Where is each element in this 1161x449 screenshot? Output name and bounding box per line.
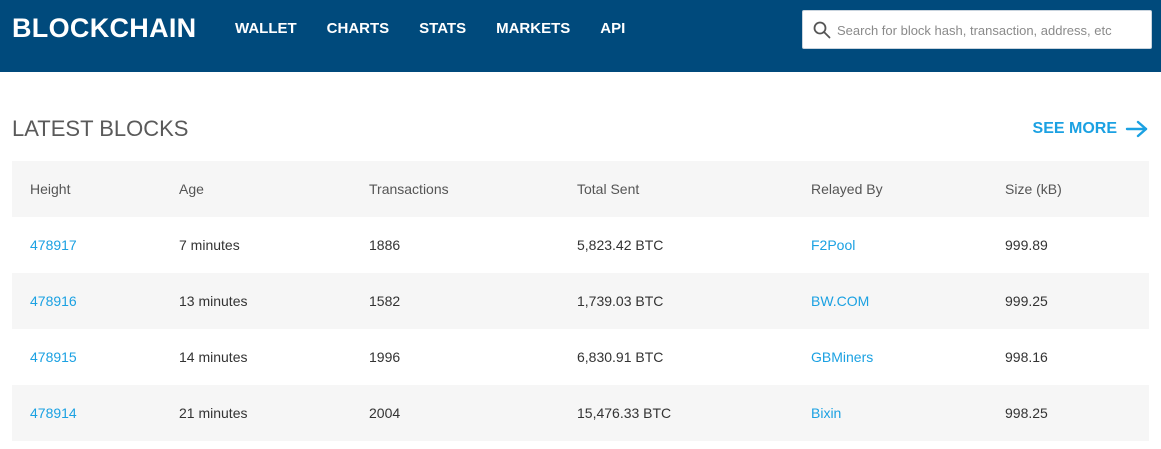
block-total-sent: 15,476.33 BTC <box>577 405 672 421</box>
block-size: 998.25 <box>1005 405 1048 421</box>
col-transactions: Transactions <box>369 181 449 197</box>
table-row: 478915 14 minutes 1996 6,830.91 BTC GBMi… <box>12 329 1149 385</box>
see-more-label: SEE MORE <box>1032 120 1117 137</box>
nav-charts[interactable]: CHARTS <box>327 20 390 38</box>
block-age: 14 minutes <box>179 349 248 365</box>
block-age: 7 minutes <box>179 237 240 253</box>
nav-api[interactable]: API <box>600 20 625 38</box>
col-relayed-by: Relayed By <box>811 181 883 197</box>
block-height-link[interactable]: 478916 <box>30 293 77 309</box>
search-input[interactable] <box>837 19 1143 41</box>
block-age: 21 minutes <box>179 405 248 421</box>
relayed-by-link[interactable]: F2Pool <box>811 237 855 253</box>
page-title: LATEST BLOCKS <box>12 116 189 141</box>
table-row: 478916 13 minutes 1582 1,739.03 BTC BW.C… <box>12 273 1149 329</box>
nav-markets[interactable]: MARKETS <box>496 20 570 38</box>
latest-blocks-table: Height Age Transactions Total Sent Relay… <box>12 161 1149 441</box>
search-box <box>802 10 1152 49</box>
block-size: 999.89 <box>1005 237 1048 253</box>
relayed-by-link[interactable]: BW.COM <box>811 293 869 309</box>
table-header: Height Age Transactions Total Sent Relay… <box>12 161 1149 217</box>
col-size: Size (kB) <box>1005 181 1062 197</box>
block-total-sent: 5,823.42 BTC <box>577 237 664 253</box>
table-row: 478917 7 minutes 1886 5,823.42 BTC F2Poo… <box>12 217 1149 273</box>
main-nav: WALLET CHARTS STATS MARKETS API <box>235 20 655 38</box>
block-transactions: 1996 <box>369 349 401 365</box>
block-transactions: 1886 <box>369 237 401 253</box>
top-navbar: BLOCKCHAIN WALLET CHARTS STATS MARKETS A… <box>0 0 1161 72</box>
block-height-link[interactable]: 478915 <box>30 349 77 365</box>
relayed-by-link[interactable]: Bixin <box>811 405 841 421</box>
table-row: 478914 21 minutes 2004 15,476.33 BTC Bix… <box>12 385 1149 441</box>
nav-stats[interactable]: STATS <box>419 20 466 38</box>
arrow-right-icon <box>1125 120 1148 138</box>
block-transactions: 2004 <box>369 405 401 421</box>
see-more-link[interactable]: SEE MORE <box>1033 118 1149 140</box>
block-transactions: 1582 <box>369 293 401 309</box>
col-age: Age <box>179 181 204 197</box>
col-total-sent: Total Sent <box>577 181 640 197</box>
search-icon <box>813 21 831 39</box>
blockchain-logo[interactable]: BLOCKCHAIN <box>12 14 197 42</box>
col-height: Height <box>30 181 71 197</box>
block-total-sent: 6,830.91 BTC <box>577 349 664 365</box>
block-height-link[interactable]: 478914 <box>30 405 77 421</box>
nav-wallet[interactable]: WALLET <box>235 20 297 38</box>
block-age: 13 minutes <box>179 293 248 309</box>
block-size: 999.25 <box>1005 293 1048 309</box>
block-size: 998.16 <box>1005 349 1048 365</box>
block-height-link[interactable]: 478917 <box>30 237 77 253</box>
block-total-sent: 1,739.03 BTC <box>577 293 664 309</box>
relayed-by-link[interactable]: GBMiners <box>811 349 873 365</box>
